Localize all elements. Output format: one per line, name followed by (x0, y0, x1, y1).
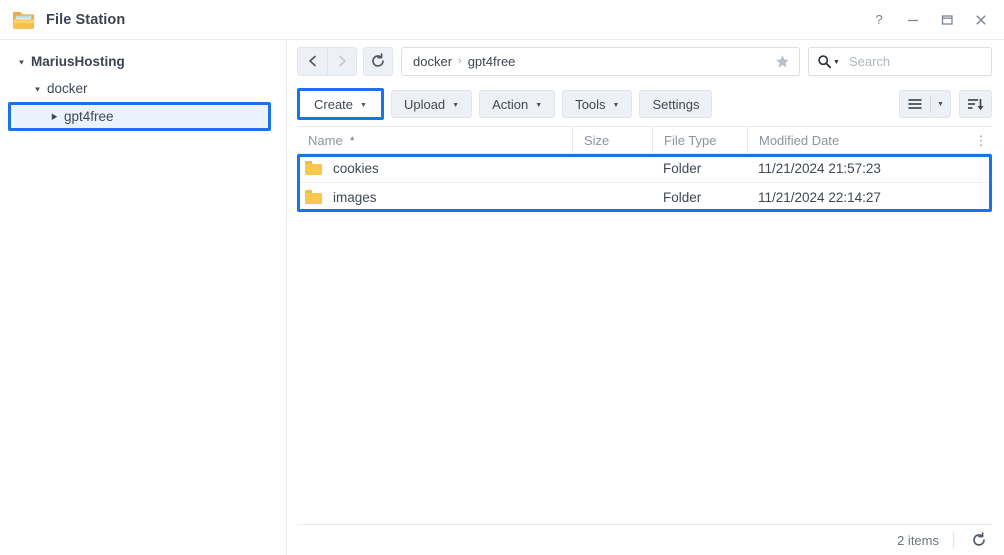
action-button-label: Action (492, 96, 529, 112)
create-button-label: Create (314, 96, 354, 112)
chevron-down-icon: ▼ (452, 101, 460, 109)
column-label: Modified Date (759, 132, 840, 148)
column-header-file-type[interactable]: File Type (652, 127, 747, 153)
window-body: MariusHosting docker gpt4free (0, 40, 1004, 555)
file-list: cookies Folder 11/21/2024 21:57:23 image… (297, 154, 992, 524)
folder-tree-sidebar: MariusHosting docker gpt4free (0, 40, 287, 555)
view-controls: ▼ (899, 90, 992, 118)
sidebar-item-gpt4free[interactable]: gpt4free (0, 102, 286, 131)
search-input[interactable] (846, 52, 983, 70)
column-header-size[interactable]: Size (572, 127, 652, 153)
sidebar-item-label: MariusHosting (31, 53, 125, 69)
breadcrumb-item-docker[interactable]: docker (413, 54, 452, 69)
cell-modified-date: 11/21/2024 21:57:23 (758, 160, 881, 176)
cell-name: images (297, 183, 572, 211)
back-button[interactable] (297, 46, 327, 76)
navigation-bar: docker › gpt4free ▼ (287, 40, 1004, 82)
folder-icon (305, 190, 322, 204)
forward-button[interactable] (327, 46, 357, 76)
column-header-modified-date[interactable]: Modified Date ⋮ (747, 127, 992, 153)
settings-button-label: Settings (652, 96, 700, 112)
tools-button[interactable]: Tools ▼ (562, 90, 633, 118)
sidebar-item-label: docker (47, 80, 88, 96)
cell-file-type: Folder (663, 189, 702, 205)
status-refresh-button[interactable] (968, 532, 990, 548)
sidebar-item-mariushosting[interactable]: MariusHosting (0, 48, 286, 75)
table-row[interactable]: cookies Folder 11/21/2024 21:57:23 (297, 154, 992, 183)
cell-name: cookies (297, 154, 572, 182)
settings-button[interactable]: Settings (639, 90, 713, 118)
upload-button-label: Upload (403, 96, 446, 112)
file-name-label: cookies (333, 160, 379, 176)
window-title: File Station (46, 11, 126, 28)
sort-ascending-icon: ▲ (348, 134, 356, 142)
cell-size (572, 183, 652, 211)
chevron-down-icon: ▼ (612, 101, 620, 109)
cell-size (572, 154, 652, 182)
column-label: Size (584, 132, 610, 148)
upload-button[interactable]: Upload ▼ (390, 90, 473, 118)
file-name-label: images (333, 189, 377, 205)
breadcrumb-separator: › (458, 55, 462, 67)
view-mode-button[interactable]: ▼ (899, 90, 951, 118)
chevron-down-icon[interactable]: ▼ (931, 101, 950, 108)
maximize-button[interactable] (930, 5, 964, 35)
cell-modified-date: 11/21/2024 22:14:27 (758, 189, 881, 205)
breadcrumb-item-gpt4free[interactable]: gpt4free (468, 54, 516, 69)
folder-icon (305, 161, 322, 175)
column-label: File Type (664, 132, 717, 148)
sort-order-button[interactable] (959, 90, 992, 118)
minimize-button[interactable] (896, 5, 930, 35)
cell-file-type: Folder (663, 160, 702, 176)
status-bar: 2 items (297, 524, 992, 555)
action-button[interactable]: Action ▼ (479, 90, 556, 118)
sidebar-item-label: gpt4free (64, 108, 114, 124)
favorite-star-icon[interactable] (769, 50, 795, 72)
column-options-icon[interactable]: ⋮ (970, 134, 992, 147)
sidebar-item-docker[interactable]: docker (0, 75, 286, 102)
chevron-down-icon: ▼ (535, 101, 543, 109)
table-row[interactable]: images Folder 11/21/2024 22:14:27 (297, 183, 992, 212)
main-panel: docker › gpt4free ▼ C (287, 40, 1004, 555)
action-toolbar: Create ▼ Upload ▼ Action ▼ Tools ▼ Setti… (287, 82, 1004, 126)
chevron-down-icon[interactable] (30, 84, 44, 94)
table-header-row: Name ▲ Size File Type Modified Date ⋮ (297, 126, 992, 154)
column-label: Name (308, 132, 343, 148)
chevron-down-icon[interactable] (14, 57, 28, 67)
chevron-right-icon[interactable] (47, 111, 61, 122)
search-icon (817, 54, 832, 69)
refresh-button[interactable] (363, 46, 393, 76)
tools-button-label: Tools (575, 96, 606, 112)
title-bar: File Station ? (0, 0, 1004, 40)
item-count-label: 2 items (897, 532, 939, 548)
divider (953, 532, 954, 548)
search-dropdown-caret-icon[interactable]: ▼ (833, 59, 840, 66)
help-button[interactable]: ? (862, 5, 896, 35)
app-folder-icon (12, 9, 36, 31)
svg-text:?: ? (875, 13, 882, 27)
list-view-icon[interactable] (900, 98, 930, 110)
chevron-down-icon: ▼ (360, 101, 367, 109)
column-header-name[interactable]: Name ▲ (297, 127, 572, 153)
file-station-window: File Station ? MariusHosting (0, 0, 1004, 555)
sidebar-selected-wrap: gpt4free (0, 102, 286, 131)
search-box[interactable]: ▼ (808, 46, 992, 76)
close-button[interactable] (964, 5, 998, 35)
window-controls: ? (862, 5, 998, 35)
create-button[interactable]: Create ▼ (297, 88, 384, 120)
path-breadcrumb-bar[interactable]: docker › gpt4free (401, 46, 800, 76)
